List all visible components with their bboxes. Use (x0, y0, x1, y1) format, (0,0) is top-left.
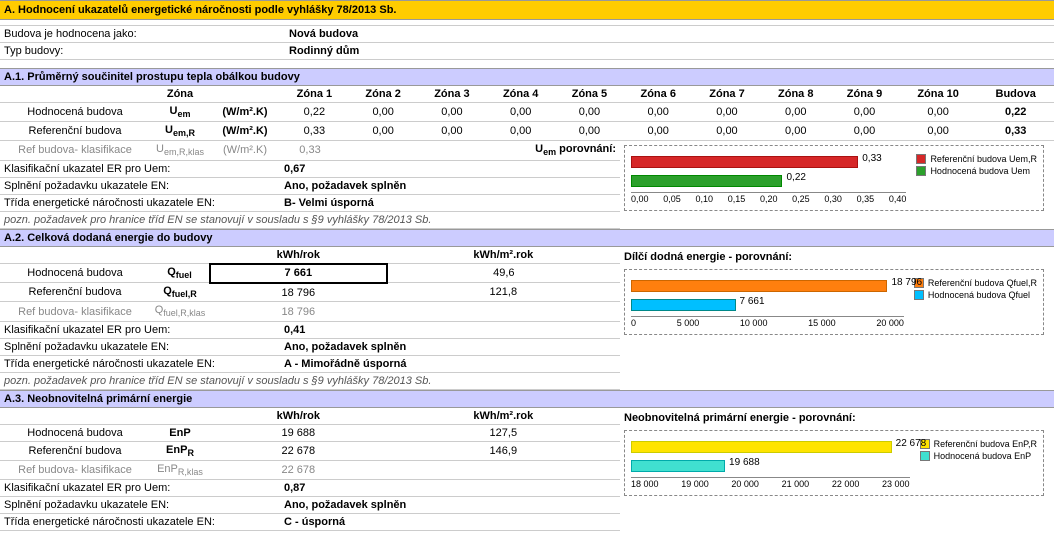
a1-chart: 0,330,220,000,050,100,150,200,250,300,35… (624, 145, 1044, 211)
a1-header: A.1. Průměrný součinitel prostupu tepla … (0, 68, 1054, 86)
a3-k3: Třída energetické náročnosti ukazatele E… (0, 514, 620, 531)
a2-table: kWh/rokkWh/m².rok Hodnocená budovaQfuel7… (0, 247, 620, 322)
a3-chart-title: Neobnovitelná primární energie - porovná… (624, 412, 1044, 424)
a3-table: kWh/rokkWh/m².rok Hodnocená budovaEnP19 … (0, 408, 620, 480)
a3-k2: Splnění požadavku ukazatele EN:Ano, poža… (0, 497, 620, 514)
a3-chart: 22 67819 68818 00019 00020 00021 00022 0… (624, 430, 1044, 496)
a1-row-hodnocena: Hodnocená budova Uem (W/m².K) 0,220,000,… (0, 103, 1054, 122)
a1-row-referencni: Referenční budova Uem,R (W/m².K) 0,330,0… (0, 122, 1054, 141)
info-row-1: Budova je hodnocena jako: Nová budova (0, 26, 1054, 43)
a1-k2: Splnění požadavku ukazatele EN:Ano, poža… (0, 178, 620, 195)
a2-header: A.2. Celková dodaná energie do budovy (0, 229, 1054, 247)
info-label: Budova je hodnocena jako: (4, 28, 289, 40)
a1-k3: Třída energetické náročnosti ukazatele E… (0, 195, 620, 212)
a1-zone-table: Zóna Zóna 1Zóna 2Zóna 3Zóna 4Zóna 5 Zóna… (0, 86, 1054, 141)
a3-k1: Klasifikační ukazatel ER pro Uem:0,87 (0, 480, 620, 497)
a1-k1: Klasifikační ukazatel ER pro Uem:0,67 (0, 161, 620, 178)
a3-header: A.3. Neobnovitelná primární energie (0, 390, 1054, 408)
info-value: Nová budova (289, 28, 358, 40)
col-budova: Budova (977, 86, 1054, 103)
a2-k3: Třída energetické náročnosti ukazatele E… (0, 356, 620, 373)
info-value: Rodinný dům (289, 45, 359, 57)
a2-note: pozn. požadavek pro hranice tříd EN se s… (0, 373, 620, 390)
col-zona: Zóna (150, 86, 210, 103)
info-row-2: Typ budovy: Rodinný dům (0, 43, 1054, 60)
a1-legend: Referenční budova Uem,R Hodnocená budova… (916, 152, 1037, 204)
a1-ref-klas-row: Ref budova- klasifikace Uem,R,klas (W/m²… (0, 141, 620, 160)
a3-legend: Referenční budova EnP,R Hodnocená budova… (920, 437, 1037, 489)
main-header: A. Hodnocení ukazatelů energetické nároč… (0, 0, 1054, 20)
a2-k1: Klasifikační ukazatel ER pro Uem:0,41 (0, 322, 620, 339)
a1-note: pozn. požadavek pro hranice tříd EN se s… (0, 212, 620, 229)
a2-legend: Referenční budova Qfuel,R Hodnocená budo… (914, 276, 1037, 328)
info-label: Typ budovy: (4, 45, 289, 57)
a2-chart: 18 7967 66105 00010 00015 00020 000 Refe… (624, 269, 1044, 335)
a2-k2: Splnění požadavku ukazatele EN:Ano, poža… (0, 339, 620, 356)
a2-chart-title: Dílčí dodná energie - porovnání: (624, 251, 1044, 263)
